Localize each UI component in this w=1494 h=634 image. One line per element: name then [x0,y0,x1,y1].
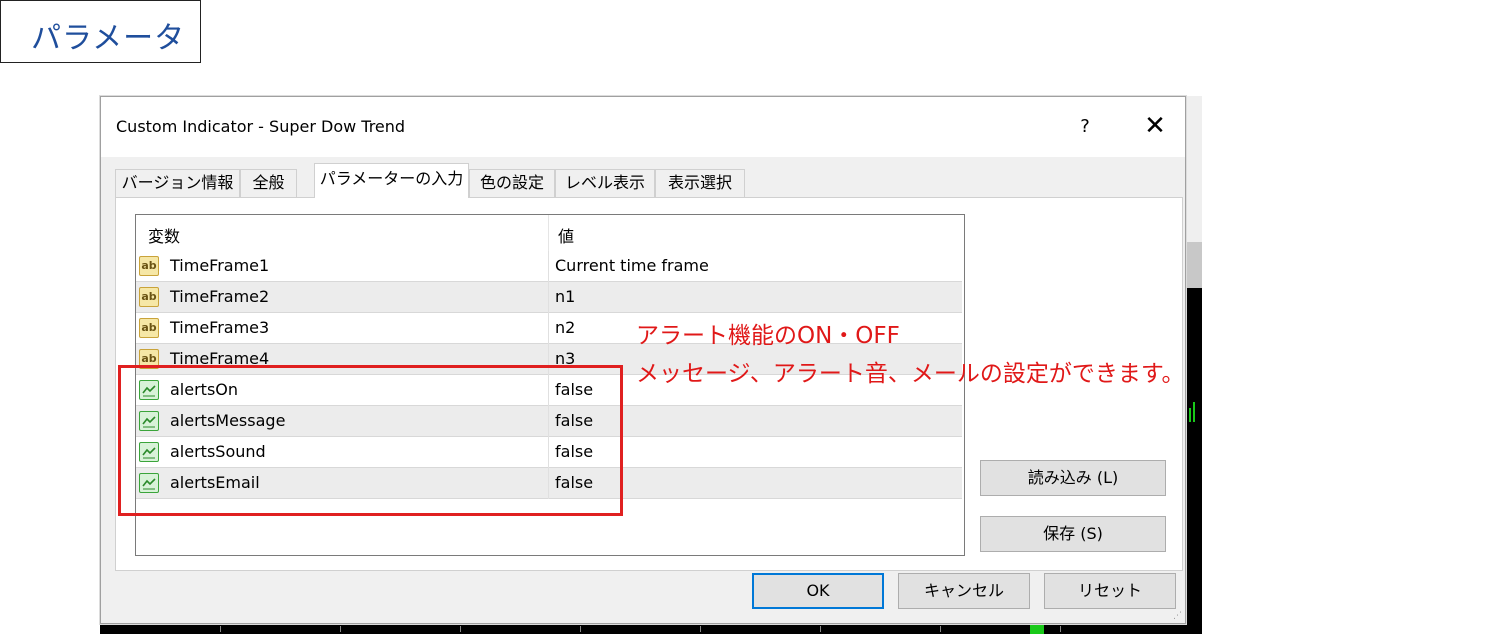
tab-input-parameters[interactable]: パラメーターの入力 [314,163,469,198]
parameter-value[interactable]: Current time frame [555,256,709,275]
ab-string-icon: ab [139,256,159,276]
cancel-button[interactable]: キャンセル [898,573,1030,609]
chart-background [1186,288,1202,634]
tab-levels[interactable]: レベル表示 [555,169,655,197]
load-button[interactable]: 読み込み (L) [980,460,1166,496]
table-row[interactable]: ab TimeFrame2 n1 [136,282,962,313]
annotation-line-2: メッセージ、アラート音、メールの設定ができます。 [636,361,1185,387]
reset-button[interactable]: リセット [1044,573,1176,609]
save-button[interactable]: 保存 (S) [980,516,1166,552]
highlight-box [118,365,623,516]
dialog-title: Custom Indicator - Super Dow Trend [116,117,406,136]
help-button[interactable]: ? [1065,111,1105,143]
table-row[interactable]: ab TimeFrame1 Current time frame [136,251,962,282]
chart-bottom-strip [100,624,1202,634]
parameter-name: TimeFrame2 [170,287,270,306]
parameter-name: TimeFrame3 [170,318,270,337]
resize-grip-icon[interactable]: ⋰ [1173,611,1183,621]
ab-string-icon: ab [139,287,159,307]
section-label-box: パラメータ [0,0,201,63]
parameter-name: TimeFrame1 [170,256,270,275]
ok-button[interactable]: OK [752,573,884,609]
tab-colors[interactable]: 色の設定 [469,169,555,197]
section-label: パラメータ [31,21,186,56]
ab-string-icon: ab [139,318,159,338]
tab-visualization[interactable]: 表示選択 [655,169,745,197]
tab-general[interactable]: 全般 [240,169,297,197]
tab-version-info[interactable]: バージョン情報 [115,169,240,197]
chart-background-top [1186,96,1202,242]
parameter-value[interactable]: n2 [555,318,575,337]
list-header: 変数 値 [136,215,962,251]
column-header-variable[interactable]: 変数 [148,223,180,247]
chart-background-mid [1186,242,1202,288]
dialog-titlebar: Custom Indicator - Super Dow Trend ? ✕ [101,97,1185,157]
parameter-value[interactable]: n1 [555,287,575,306]
annotation-line-1: アラート機能のON・OFF [636,323,900,349]
close-button[interactable]: ✕ [1131,109,1179,143]
column-header-value[interactable]: 値 [558,223,574,247]
